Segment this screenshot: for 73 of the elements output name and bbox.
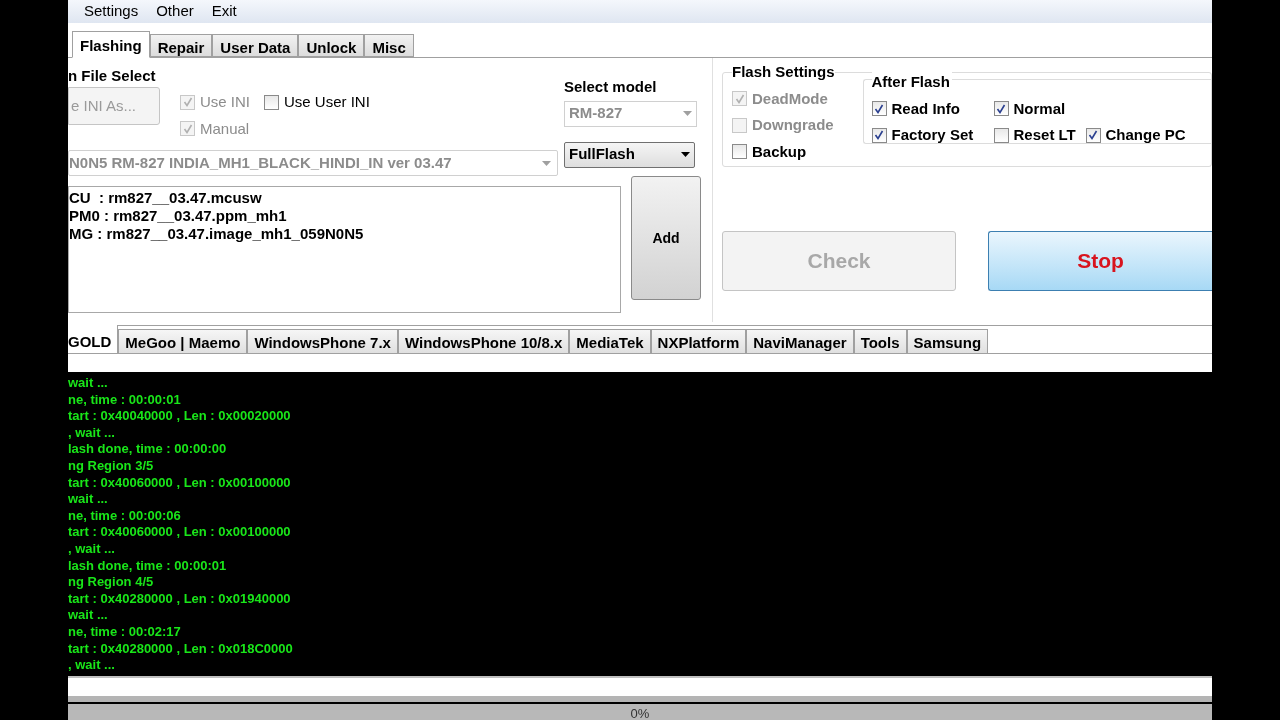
menu-item[interactable]: Settings	[84, 0, 139, 23]
check-icon	[734, 93, 745, 104]
log-line: tart : 0x40040000 , Len : 0x00020000	[68, 408, 292, 425]
mode-dropdown[interactable]: FullFlash	[564, 141, 695, 168]
scroll-bar[interactable]	[68, 696, 1212, 704]
tab[interactable]: Flashing	[72, 31, 150, 58]
checkbox[interactable]	[993, 101, 1009, 117]
platform-tab[interactable]: NXPlatform	[650, 329, 747, 353]
log-line: ng Region 3/5	[68, 457, 155, 475]
checkbox-label: DeadMode	[752, 88, 828, 109]
log-line: ne, time : 00:02:17	[68, 623, 182, 641]
caret-icon	[683, 111, 692, 116]
file-entry: PM0 : rm827__03.47.ppm_mh1	[69, 207, 288, 225]
file-entry: CU : rm827__03.47.mcusw	[69, 189, 263, 207]
log-line: , wait ...	[68, 657, 116, 674]
platform-tab[interactable]: WindowsPhone 10/8.x	[397, 329, 570, 353]
log-line: wait ...	[68, 607, 109, 624]
checkbox[interactable]	[264, 94, 279, 110]
caret-icon	[542, 160, 551, 166]
platform-tab[interactable]: MediaTek	[569, 329, 651, 353]
tab[interactable]: Unlock	[298, 34, 365, 57]
checkbox-label: Backup	[752, 141, 807, 162]
checkbox[interactable]	[871, 101, 887, 117]
log-line: wait ...	[68, 375, 109, 392]
log-line: tart : 0x40280000 , Len : 0x01940000	[68, 590, 292, 608]
check-icon	[1088, 130, 1099, 141]
platform-tab[interactable]: NaviManager	[746, 329, 854, 353]
log-line: tart : 0x40060000 , Len : 0x00100000	[68, 474, 292, 492]
log-line: lash done, time : 00:00:01	[68, 557, 228, 575]
log-line: , wait ...	[68, 424, 116, 442]
tab[interactable]: User Data	[212, 34, 299, 57]
platform-tab[interactable]: MeGoo | Maemo	[118, 329, 248, 353]
group-title: n File Select	[68, 66, 157, 86]
checkbox[interactable]	[871, 127, 887, 143]
checkbox[interactable]	[1085, 127, 1101, 143]
add-button[interactable]: Add	[631, 176, 701, 300]
log-line: wait ...	[68, 491, 109, 508]
checkbox-label: Read Info	[891, 98, 960, 119]
menu-item[interactable]: Other	[156, 0, 194, 23]
log-line: lash done, time : 00:00:00	[68, 441, 228, 458]
checkbox[interactable]	[732, 144, 747, 160]
checkbox-label: Downgrade	[752, 115, 834, 135]
check-icon	[996, 103, 1007, 114]
checkbox-label: Use INI	[200, 92, 250, 112]
platform-tab[interactable]: WindowsPhone 7.x	[247, 329, 398, 353]
checkbox-label: Change PC	[1105, 125, 1186, 145]
caret-icon	[681, 152, 690, 157]
log-line: ne, time : 00:00:01	[68, 391, 182, 409]
checkbox-label: Manual	[200, 118, 250, 139]
file-entry: MG : rm827__03.47.image_mh1_059N0N5	[69, 225, 365, 243]
check-icon	[874, 103, 885, 114]
log-line: tart : 0x40280000 , Len : 0x018C0000	[68, 640, 294, 658]
select-model-label: Select model	[564, 77, 657, 97]
check-icon	[874, 130, 885, 141]
checkbox-label: Factory Set	[891, 125, 974, 145]
log-line: ng Region 4/5	[68, 574, 155, 591]
platform-tab[interactable]: Samsung	[906, 329, 989, 353]
check-icon	[182, 97, 193, 108]
tab[interactable]: Misc	[364, 34, 414, 57]
menu-item[interactable]: Exit	[211, 0, 237, 23]
checkbox-label: Use User INI	[284, 92, 370, 112]
platform-tab[interactable]: GOLD	[68, 325, 119, 353]
platform-tab[interactable]: Tools	[853, 329, 907, 353]
tab[interactable]: Repair	[149, 34, 213, 57]
log-line: tart : 0x40060000 , Len : 0x00100000	[68, 524, 292, 541]
check-icon	[182, 123, 193, 134]
checkbox[interactable]	[993, 127, 1009, 143]
log-line: , wait ...	[68, 540, 116, 558]
progress-label: 0%	[630, 705, 650, 720]
checkbox-label: Normal	[1013, 98, 1066, 119]
stop-button[interactable]: Stop	[988, 231, 1212, 291]
log-line: ne, time : 00:00:06	[68, 507, 182, 525]
checkbox-label: Reset LT	[1013, 125, 1076, 145]
